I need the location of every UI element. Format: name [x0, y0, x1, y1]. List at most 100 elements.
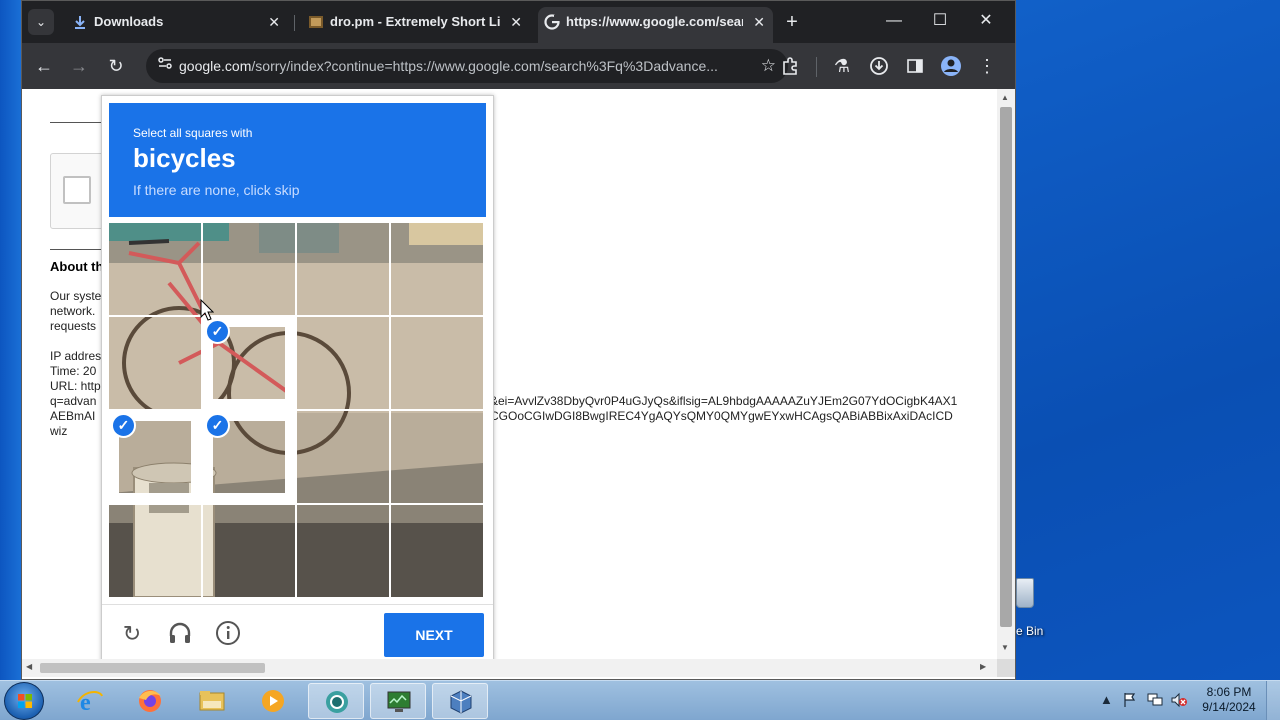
- folder-icon: [199, 691, 225, 711]
- scroll-down-arrow-icon[interactable]: ▼: [1001, 643, 1009, 652]
- captcha-tile[interactable]: ✓: [109, 411, 201, 503]
- captcha-tile-image: [297, 411, 389, 503]
- captcha-tile[interactable]: ✓: [203, 411, 295, 503]
- horizontal-scrollbar[interactable]: ◀ ▶: [22, 659, 997, 677]
- tab-dropm[interactable]: dro.pm - Extremely Short Links ✕: [302, 7, 530, 37]
- captcha-tile-image: [391, 411, 483, 503]
- action-center-flag-icon[interactable]: [1122, 692, 1138, 711]
- browser-window: ⌄ Downloads ✕ dro.pm - Extremely Short L…: [21, 0, 1016, 680]
- chrome-taskbar[interactable]: [308, 683, 364, 719]
- reload-icon[interactable]: ↻: [102, 52, 130, 80]
- captcha-tile[interactable]: [297, 505, 389, 597]
- google-icon: [544, 14, 560, 30]
- tab-strip: ⌄ Downloads ✕ dro.pm - Extremely Short L…: [22, 1, 1015, 43]
- recaptcha-checkbox[interactable]: [63, 176, 91, 204]
- file-explorer-taskbar[interactable]: [184, 683, 240, 719]
- vertical-scrollbar[interactable]: ▲ ▼: [997, 89, 1015, 659]
- clock-date: 9/14/2024: [1202, 700, 1256, 714]
- url-line: URL: http: [50, 379, 101, 393]
- captcha-tile[interactable]: [109, 505, 201, 597]
- close-icon[interactable]: ✕: [753, 7, 765, 37]
- bookmark-star-icon[interactable]: ☆: [761, 53, 776, 79]
- show-desktop-button[interactable]: [1266, 681, 1280, 720]
- tab-title: https://www.google.com/search?q: [566, 14, 743, 29]
- close-icon[interactable]: ✕: [268, 7, 280, 37]
- tab-google[interactable]: https://www.google.com/search?q ✕: [538, 7, 773, 43]
- side-panel-icon[interactable]: [901, 52, 929, 80]
- volume-muted-icon[interactable]: [1170, 692, 1188, 711]
- media-player-taskbar[interactable]: [245, 683, 301, 719]
- menu-kebab-icon[interactable]: ⋮: [973, 52, 1001, 80]
- show-hidden-icons-arrow-icon[interactable]: ▲: [1100, 692, 1113, 707]
- scroll-up-arrow-icon[interactable]: ▲: [1001, 93, 1009, 102]
- virtualbox-taskbar[interactable]: [432, 683, 488, 719]
- start-button[interactable]: [4, 682, 44, 720]
- tab-title: dro.pm - Extremely Short Links: [330, 14, 500, 29]
- checkmark-icon: ✓: [205, 319, 230, 344]
- profile-avatar-icon[interactable]: [937, 52, 965, 80]
- maximize-button[interactable]: ☐: [920, 9, 960, 35]
- url-line: q=advan: [50, 394, 97, 408]
- captcha-tile-image: [297, 223, 389, 315]
- captcha-tile[interactable]: [391, 505, 483, 597]
- scroll-left-arrow-icon[interactable]: ◀: [26, 662, 32, 671]
- forward-arrow-icon[interactable]: →: [65, 52, 93, 80]
- close-icon[interactable]: ✕: [510, 7, 522, 37]
- new-tab-button[interactable]: +: [779, 9, 805, 35]
- url-continuation: CGOoCGIwDGI8BwgIREC4YgAQYsQMY0QMYgwEYxwH…: [490, 409, 953, 423]
- recycle-bin-label: e Bin: [1016, 624, 1044, 638]
- checkmark-icon: ✓: [111, 413, 136, 438]
- virtualbox-icon: [450, 690, 472, 714]
- time-line: Time: 20: [50, 364, 97, 378]
- tab-search-button[interactable]: ⌄: [28, 9, 54, 35]
- url-line: AEBmAI: [50, 409, 96, 423]
- divider: [50, 122, 102, 123]
- captcha-tile-image: [391, 223, 483, 315]
- page-content: About th Our syste network. requests IP …: [22, 89, 997, 659]
- reload-challenge-icon[interactable]: ↻: [118, 620, 146, 648]
- clock-time: 8:06 PM: [1206, 685, 1252, 699]
- firefox-taskbar[interactable]: [122, 683, 178, 719]
- system-clock[interactable]: 8:06 PM 9/14/2024: [1198, 685, 1260, 715]
- info-icon[interactable]: [214, 620, 242, 648]
- scrollbar-corner: [997, 659, 1015, 677]
- captcha-tile[interactable]: [203, 505, 295, 597]
- captcha-tile[interactable]: [391, 223, 483, 315]
- windows-logo-icon: [18, 694, 32, 708]
- captcha-tile[interactable]: [391, 411, 483, 503]
- labs-flask-icon[interactable]: ⚗: [828, 52, 856, 80]
- close-window-button[interactable]: ✕: [966, 9, 1006, 35]
- downloads-icon[interactable]: [865, 52, 893, 80]
- task-manager-taskbar[interactable]: [370, 683, 426, 719]
- captcha-tile[interactable]: [297, 317, 389, 409]
- taskbar: e ▲ 8:06 PM 9/14/2024: [0, 680, 1280, 720]
- captcha-tile[interactable]: ✓: [203, 317, 295, 409]
- captcha-tile-image: [203, 223, 295, 315]
- scroll-right-arrow-icon[interactable]: ▶: [980, 662, 986, 671]
- captcha-tile[interactable]: [297, 223, 389, 315]
- captcha-instruction: Select all squares with: [133, 126, 253, 140]
- para1-line: requests: [50, 319, 97, 333]
- network-icon[interactable]: [1146, 692, 1164, 711]
- scroll-thumb[interactable]: [40, 663, 265, 673]
- scroll-thumb[interactable]: [1000, 107, 1012, 627]
- captcha-tile[interactable]: [109, 317, 201, 409]
- about-heading: About th: [50, 259, 104, 274]
- captcha-tile[interactable]: [391, 317, 483, 409]
- back-arrow-icon[interactable]: ←: [30, 52, 58, 80]
- tab-downloads[interactable]: Downloads ✕: [66, 7, 288, 37]
- next-button[interactable]: NEXT: [384, 613, 484, 657]
- extensions-icon[interactable]: [776, 52, 804, 80]
- firefox-icon: [139, 690, 161, 712]
- captcha-tile-image: [109, 317, 201, 409]
- captcha-tile-image: [203, 505, 295, 597]
- internet-explorer-taskbar[interactable]: e: [62, 683, 118, 719]
- captcha-tile[interactable]: [297, 411, 389, 503]
- captcha-tile[interactable]: [109, 223, 201, 315]
- audio-challenge-icon[interactable]: [166, 620, 194, 648]
- address-bar[interactable]: google.com/sorry/index?continue=https://…: [146, 49, 788, 83]
- captcha-tile-image: [391, 317, 483, 409]
- minimize-button[interactable]: —: [874, 9, 914, 35]
- site-info-icon[interactable]: [152, 53, 178, 79]
- captcha-tile[interactable]: [203, 223, 295, 315]
